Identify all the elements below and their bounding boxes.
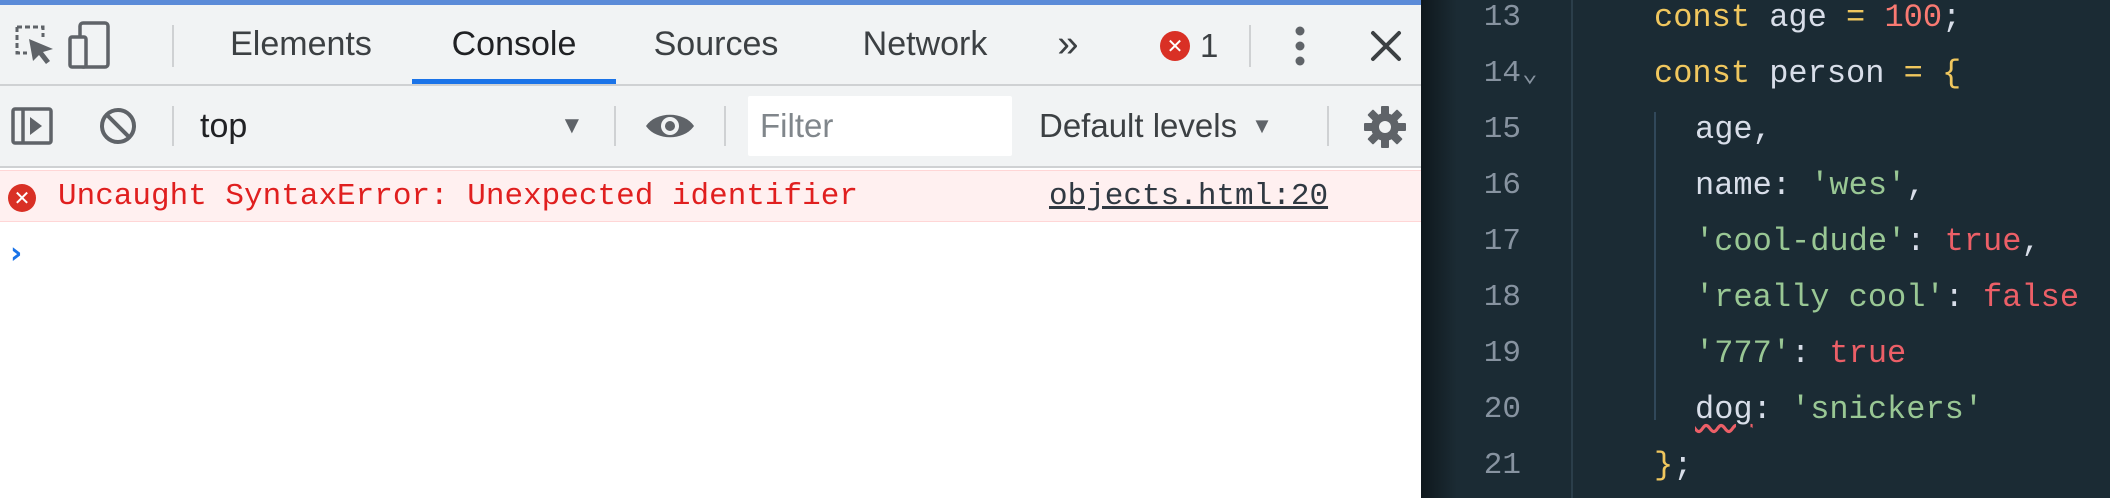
- tab-elements[interactable]: Elements: [200, 5, 402, 84]
- console-error-message: ✕ Uncaught SyntaxError: Unexpected ident…: [0, 170, 1421, 222]
- code-token: name: [1695, 167, 1772, 204]
- show-sidebar-icon[interactable]: [8, 102, 56, 150]
- error-icon: ✕: [8, 184, 36, 212]
- more-tabs-button[interactable]: »: [1040, 5, 1096, 84]
- code-token: 'really cool': [1695, 279, 1945, 316]
- error-counter[interactable]: ✕ 1: [1160, 19, 1218, 73]
- tab-network-label: Network: [862, 25, 988, 63]
- code-line: 15 age,: [1421, 102, 2110, 158]
- code-token: dog: [1695, 391, 1753, 428]
- code-token: true: [1944, 223, 2022, 260]
- code-token: =: [1903, 55, 1923, 92]
- device-toolbar-icon[interactable]: [64, 17, 116, 73]
- tab-elements-label: Elements: [230, 25, 372, 63]
- error-count: 1: [1200, 27, 1219, 64]
- chevron-down-icon: ▼: [1251, 113, 1273, 138]
- tab-console[interactable]: Console: [412, 5, 616, 84]
- console-toolbar: top ▼ Default levels ▼: [0, 86, 1421, 168]
- code-token: :: [1771, 167, 1811, 204]
- code-token: '777': [1695, 335, 1792, 372]
- tab-sources[interactable]: Sources: [625, 5, 807, 84]
- code-token: age,: [1695, 111, 1772, 148]
- inspect-element-icon[interactable]: [10, 19, 60, 71]
- gear-icon[interactable]: [1360, 104, 1410, 150]
- console-input[interactable]: [44, 232, 1404, 276]
- code-line: 20 dog: 'snickers': [1421, 382, 2110, 438]
- filter-input[interactable]: [748, 96, 1012, 156]
- code-token: :: [1944, 279, 1984, 316]
- close-icon[interactable]: [1364, 23, 1408, 69]
- code-line: 16 name: 'wes',: [1421, 158, 2110, 214]
- more-options-icon[interactable]: [1280, 19, 1320, 73]
- code-token: 100: [1884, 0, 1943, 36]
- code-text: dog: 'snickers': [1695, 382, 1983, 438]
- code-line: 17'cool-dude': true,: [1421, 214, 2110, 270]
- context-selector-value[interactable]: top: [200, 86, 247, 166]
- code-line: 21};: [1421, 438, 2110, 494]
- clear-console-icon[interactable]: [94, 102, 142, 150]
- error-icon: ✕: [1160, 31, 1190, 61]
- code-token: true: [1829, 335, 1907, 372]
- code-token: 'wes': [1810, 167, 1907, 204]
- code-text: age,: [1695, 102, 1772, 158]
- code-token: }: [1654, 447, 1674, 484]
- code-editor: 13 const age = 100; 14 ⌄ const person = {15 a…: [1421, 0, 2110, 498]
- filter-input-box: [748, 96, 1012, 156]
- code-token: =: [1846, 0, 1866, 36]
- code-token: const: [1654, 55, 1751, 92]
- code-token: 'cool-dude': [1695, 223, 1907, 260]
- eye-icon[interactable]: [640, 104, 700, 148]
- tab-sources-label: Sources: [653, 25, 779, 63]
- code-token: person: [1750, 55, 1904, 92]
- code-token: const: [1654, 0, 1751, 36]
- code-text: 'really cool': false: [1695, 270, 2079, 326]
- devtools-panel: Elements Console Sources Network » ✕ 1 t…: [0, 0, 1421, 498]
- tab-network[interactable]: Network: [840, 5, 1010, 84]
- log-levels-dropdown[interactable]: Default levels ▼: [1039, 86, 1273, 166]
- code-line: 18'really cool': false: [1421, 270, 2110, 326]
- panel-shadow: [1421, 0, 1457, 498]
- code-token: ;: [1942, 0, 1962, 36]
- code-token: :: [1906, 223, 1945, 260]
- code-text: '777': true: [1695, 326, 1906, 382]
- active-tab-indicator: [412, 79, 616, 84]
- code-token: {: [1942, 55, 1962, 92]
- toolbar-divider: [1249, 25, 1251, 67]
- code-text: name: 'wes',: [1695, 158, 1925, 214]
- devtools-tabbar: Elements Console Sources Network » ✕ 1: [0, 5, 1421, 86]
- code-text: };: [1654, 438, 1692, 494]
- code-text: const person = {: [1654, 46, 1961, 102]
- code-token: false: [1983, 279, 2080, 316]
- log-levels-label: Default levels: [1039, 107, 1238, 144]
- console-prompt-icon: ›: [10, 236, 23, 271]
- toolbar-divider: [724, 106, 726, 146]
- code-token: ,: [2021, 223, 2041, 260]
- fold-chevron-icon[interactable]: ⌄: [1522, 46, 1538, 102]
- toolbar-divider: [1327, 106, 1329, 146]
- tab-console-label: Console: [451, 25, 577, 63]
- code-line: 19'777': true: [1421, 326, 2110, 382]
- code-token: age: [1750, 0, 1847, 36]
- error-source-link[interactable]: objects.html:20: [1049, 171, 1328, 223]
- code-line: 13 const age = 100;: [1421, 0, 2110, 46]
- context-dropdown-arrow-icon[interactable]: ▼: [560, 108, 584, 144]
- code-token: :: [1791, 335, 1830, 372]
- code-token: ;: [1673, 447, 1693, 484]
- code-token: 'snickers': [1791, 391, 1984, 428]
- error-text: Uncaught SyntaxError: Unexpected identif…: [58, 179, 858, 214]
- toolbar-divider: [172, 25, 174, 67]
- toolbar-divider: [172, 106, 174, 146]
- toolbar-divider: [614, 106, 616, 146]
- code-text: const age = 100;: [1654, 0, 1961, 46]
- code-line: 14 ⌄ const person = {: [1421, 46, 2110, 102]
- code-text: 'cool-dude': true,: [1695, 214, 2041, 270]
- chevron-double-right-icon: »: [1057, 23, 1079, 65]
- code-token: :: [1752, 391, 1792, 428]
- code-token: ,: [1906, 167, 1926, 204]
